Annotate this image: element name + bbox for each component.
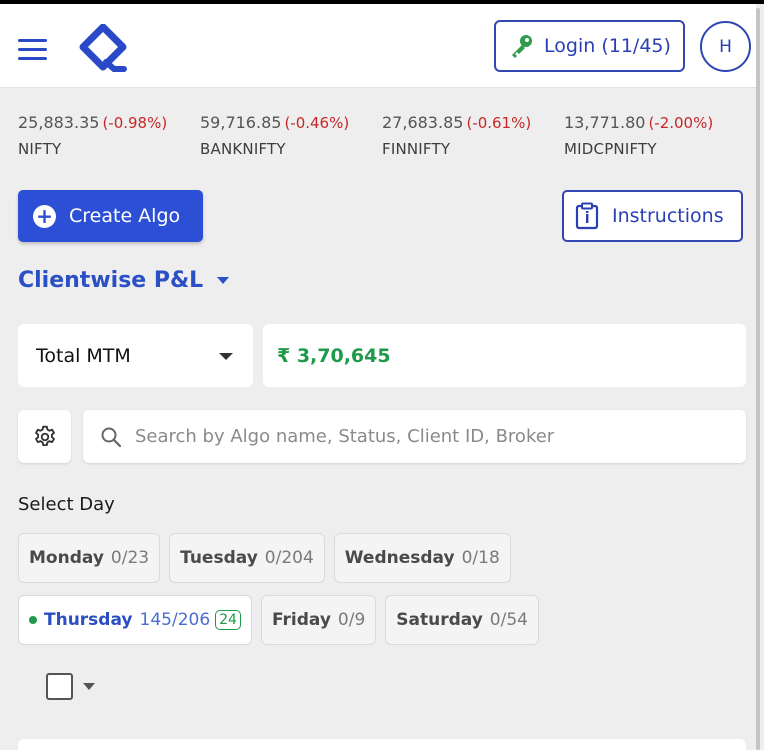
count-badge: 24 xyxy=(215,610,241,630)
day-count: 0/9 xyxy=(337,610,366,630)
mtm-metric-select[interactable]: Total MTM xyxy=(18,324,253,387)
day-count: 0/54 xyxy=(489,610,528,630)
index-change: (-2.00%) xyxy=(648,114,714,132)
caret-down-icon xyxy=(217,277,230,284)
app-header: Login (11/45) H xyxy=(0,4,756,88)
day-chip-monday[interactable]: Monday 0/23 xyxy=(18,533,161,583)
algo-card xyxy=(18,739,746,750)
instructions-label: Instructions xyxy=(612,205,724,227)
gear-icon xyxy=(34,425,55,446)
mtm-metric-label: Total MTM xyxy=(36,344,131,367)
day-count: 145/206 xyxy=(139,610,211,630)
index-banknifty[interactable]: 59,716.85 (-0.46%) BANKNIFTY xyxy=(200,113,382,158)
active-dot-icon xyxy=(29,616,37,624)
mtm-value: ₹ 3,70,645 xyxy=(263,324,746,387)
index-midcpnifty[interactable]: 13,771.80 (-2.00%) MIDCPNIFTY xyxy=(564,113,746,158)
day-count: 0/23 xyxy=(110,548,150,568)
index-change: (-0.46%) xyxy=(284,114,350,132)
index-name: BANKNIFTY xyxy=(200,140,286,158)
day-name: Friday xyxy=(271,610,331,630)
search-input[interactable] xyxy=(135,426,715,447)
settings-button[interactable] xyxy=(18,410,71,463)
pl-view-dropdown[interactable]: Clientwise P&L xyxy=(18,268,230,293)
select-all-dropdown[interactable] xyxy=(46,673,95,700)
caret-down-icon xyxy=(219,353,233,360)
pl-title: Clientwise P&L xyxy=(18,268,204,293)
index-nifty[interactable]: 25,883.35 (-0.98%) NIFTY xyxy=(18,113,200,158)
day-name: Thursday xyxy=(44,610,133,630)
scrollbar[interactable] xyxy=(756,8,760,750)
market-indices: 25,883.35 (-0.98%) NIFTY 59,716.85 (-0.46%… xyxy=(18,113,746,158)
day-chip-wednesday[interactable]: Wednesday 0/18 xyxy=(333,533,511,583)
app-logo xyxy=(79,24,127,72)
index-finnifty[interactable]: 27,683.85 (-0.61%) FINNIFTY xyxy=(382,113,564,158)
day-chip-friday[interactable]: Friday 0/9 xyxy=(260,595,377,645)
select-day-label: Select Day xyxy=(18,494,115,515)
index-value: 27,683.85 xyxy=(382,113,464,132)
day-name: Saturday xyxy=(396,610,483,630)
day-name: Wednesday xyxy=(344,548,455,568)
index-name: NIFTY xyxy=(18,140,62,158)
day-count: 0/204 xyxy=(264,548,314,568)
avatar[interactable]: H xyxy=(700,21,751,72)
index-value: 25,883.35 xyxy=(18,113,100,132)
clipboard-icon xyxy=(575,202,599,230)
create-algo-button[interactable]: + Create Algo xyxy=(18,190,203,242)
day-chips-row-2: Thursday 145/206 24 Friday 0/9 Saturday … xyxy=(18,595,539,645)
menu-icon[interactable] xyxy=(18,39,48,61)
instructions-button[interactable]: Instructions xyxy=(562,190,743,242)
day-chips-row-1: Monday 0/23 Tuesday 0/204 Wednesday 0/18 xyxy=(18,533,511,583)
search-icon xyxy=(101,427,122,447)
select-all-checkbox[interactable] xyxy=(46,673,73,700)
index-name: FINNIFTY xyxy=(382,140,451,158)
day-chip-tuesday[interactable]: Tuesday 0/204 xyxy=(169,533,325,583)
index-change: (-0.61%) xyxy=(466,114,532,132)
day-chip-saturday[interactable]: Saturday 0/54 xyxy=(385,595,539,645)
index-value: 13,771.80 xyxy=(564,113,646,132)
key-icon xyxy=(512,35,533,58)
index-change: (-0.98%) xyxy=(102,114,168,132)
index-value: 59,716.85 xyxy=(200,113,282,132)
caret-down-icon xyxy=(83,683,95,690)
search-box xyxy=(83,410,746,463)
index-name: MIDCPNIFTY xyxy=(564,140,657,158)
login-button[interactable]: Login (11/45) xyxy=(494,20,685,72)
plus-circle-icon: + xyxy=(33,204,56,228)
create-algo-label: Create Algo xyxy=(69,205,181,227)
login-label: Login (11/45) xyxy=(544,35,671,57)
day-name: Monday xyxy=(29,548,104,568)
day-name: Tuesday xyxy=(180,548,258,568)
day-chip-thursday[interactable]: Thursday 145/206 24 xyxy=(18,595,252,645)
day-count: 0/18 xyxy=(461,548,500,568)
